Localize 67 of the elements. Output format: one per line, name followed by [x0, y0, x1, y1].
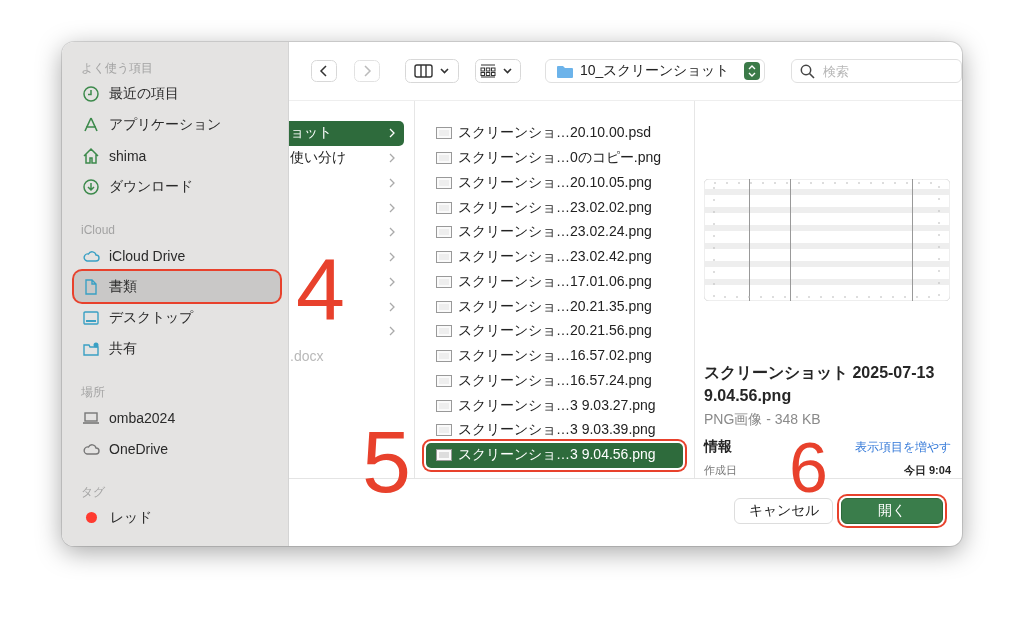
- more-link[interactable]: 表示項目を増やす: [855, 439, 951, 456]
- sidebar-item[interactable]: omba2024: [74, 402, 280, 433]
- sidebar-item[interactable]: アプリケーション: [74, 109, 280, 140]
- file-item[interactable]: スクリーンショ…17.01.06.png: [426, 269, 683, 295]
- section-header: 場所: [80, 384, 106, 401]
- sidebar-item[interactable]: 書類: [74, 271, 280, 302]
- info-label: 作成日: [704, 463, 737, 477]
- download-icon: [82, 177, 100, 196]
- info-heading: 情報: [704, 438, 732, 456]
- step-number: 6: [789, 440, 828, 496]
- image-file-icon: [436, 424, 452, 437]
- info-value: 今日 9:04: [903, 463, 951, 477]
- image-file-icon: [436, 201, 452, 214]
- file-item[interactable]: スクリーンショ…23.02.02.png: [426, 195, 683, 220]
- file-item[interactable]: スクリーンショ…23.02.42.png: [426, 244, 683, 270]
- file-item[interactable]: スクリーンショ…3 9.03.27.png: [426, 393, 683, 418]
- image-file-icon: [436, 176, 452, 189]
- desktop-icon: [82, 308, 100, 327]
- sidebar-item[interactable]: 共有: [74, 333, 280, 364]
- sidebar-item[interactable]: shima: [74, 140, 280, 171]
- file-item[interactable]: スクリーンショ…23.02.24.png: [426, 220, 683, 245]
- image-file-icon: [436, 374, 452, 387]
- folder-item[interactable]: ョット: [289, 121, 404, 146]
- file-item[interactable]: スクリーンショ…20.21.56.png: [426, 319, 683, 344]
- house-icon: [82, 146, 100, 165]
- file-item[interactable]: スクリーンショ…20.21.35.png: [426, 294, 683, 319]
- section-header: タグ: [80, 484, 106, 501]
- image-file-icon: [436, 226, 452, 239]
- cancel-button[interactable]: キャンセル: [734, 497, 833, 524]
- folder-icon: [556, 63, 574, 79]
- back-button[interactable]: [311, 60, 337, 82]
- path-popup[interactable]: 10_スクリーンショット: [545, 59, 765, 83]
- image-file-icon: [436, 152, 452, 165]
- file-item[interactable]: スクリーンショ…3 9.03.39.png: [426, 418, 683, 443]
- app-store-icon: [82, 115, 100, 134]
- file-kind: PNG画像 - 348 KB: [704, 410, 822, 428]
- sidebar-item[interactable]: レッド: [74, 502, 280, 533]
- image-file-icon: [436, 127, 452, 140]
- folder-item[interactable]: 使い分け: [289, 145, 404, 171]
- stepper-icon: [744, 62, 760, 80]
- image-file-icon: [436, 275, 452, 288]
- sidebar-item[interactable]: デスクトップ: [74, 302, 280, 333]
- search-icon: [800, 64, 815, 79]
- step-number: 5: [362, 427, 411, 498]
- file-item[interactable]: スクリーンショ…16.57.24.png: [426, 368, 683, 394]
- clock-icon: [82, 84, 100, 103]
- column-view-button[interactable]: [405, 59, 459, 83]
- image-file-icon: [436, 449, 452, 462]
- group-button[interactable]: [475, 59, 521, 83]
- file-item[interactable]: スクリーンショ…20.10.05.png: [426, 170, 683, 196]
- file-item[interactable]: スクリーンショ…16.57.02.png: [426, 343, 683, 369]
- file-item[interactable]: スクリーンショ…20.10.00.psd: [426, 121, 683, 146]
- image-file-icon: [436, 399, 452, 412]
- section-header: iCloud: [80, 222, 117, 239]
- file-name: スクリーンショット 2025-07-13 9.04.56.png: [704, 363, 936, 406]
- sidebar-item[interactable]: iCloud Drive: [74, 240, 280, 271]
- image-file-icon: [436, 300, 452, 313]
- search-field[interactable]: 検索: [791, 59, 962, 83]
- sidebar-item[interactable]: ダウンロード: [74, 171, 280, 202]
- step-number: 4: [296, 255, 345, 326]
- image-file-icon: [436, 325, 452, 338]
- image-file-icon: [436, 251, 452, 264]
- sidebar-item[interactable]: OneDrive: [74, 433, 280, 464]
- image-file-icon: [436, 350, 452, 363]
- file-item[interactable]: スクリーンショ…0のコピー.png: [426, 145, 683, 171]
- sidebar-item[interactable]: 最近の項目: [74, 78, 280, 109]
- document-icon: [82, 277, 100, 296]
